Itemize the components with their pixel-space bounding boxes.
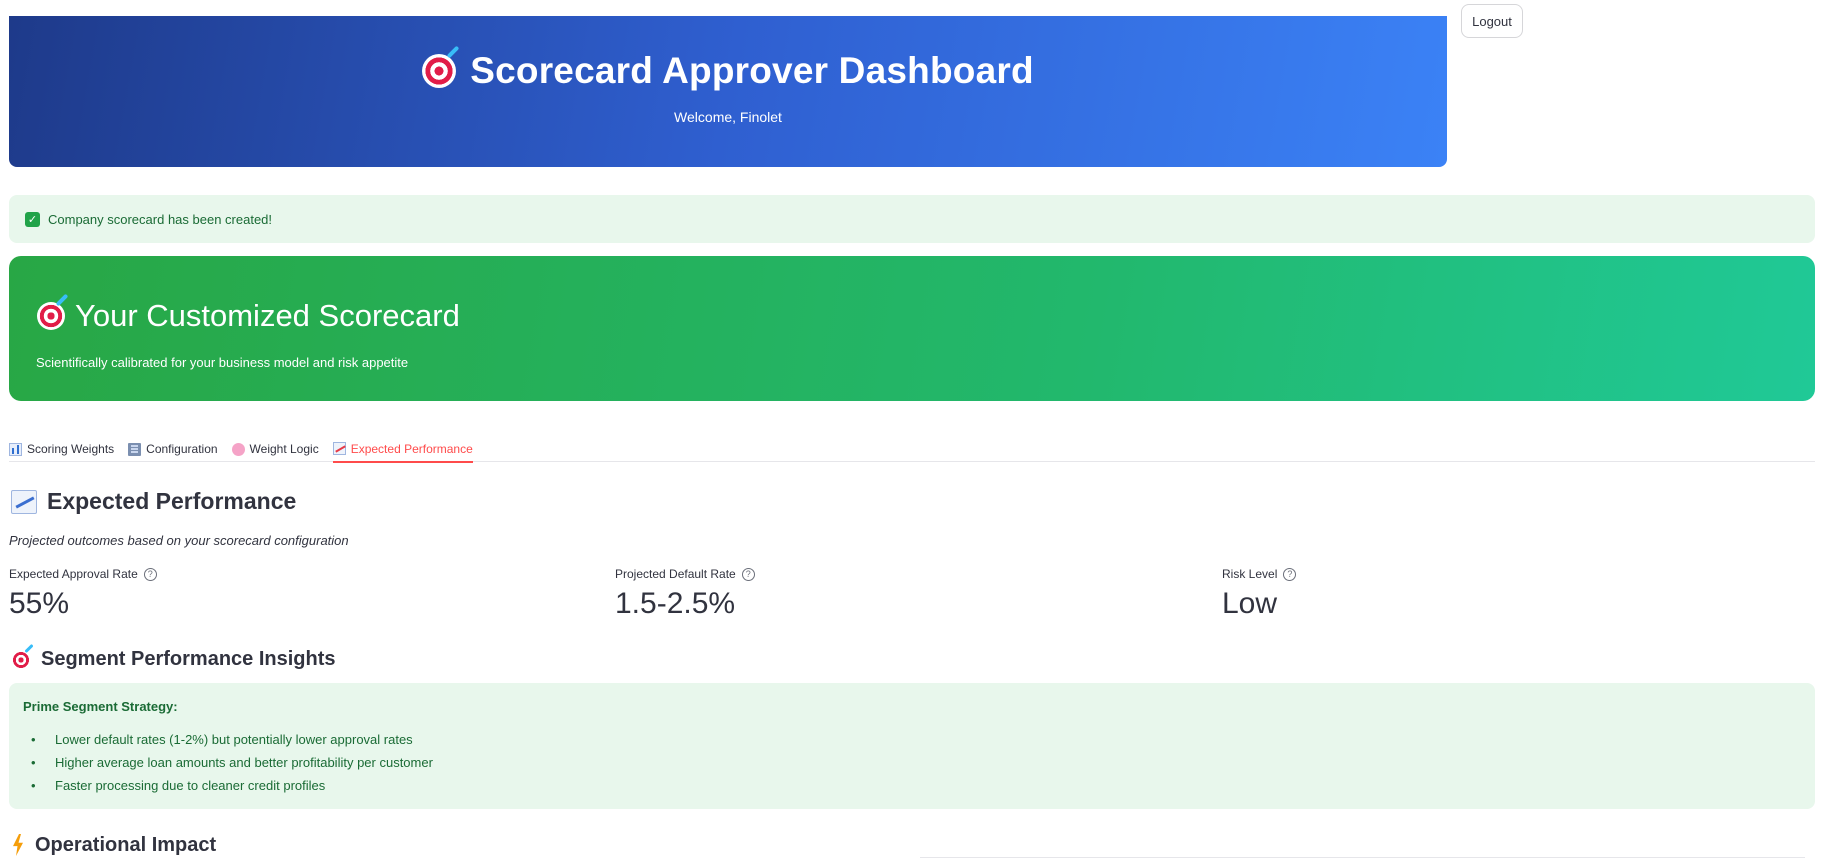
welcome-message: Welcome, Finolet (674, 109, 782, 125)
tab-scoring-weights[interactable]: Scoring Weights (9, 430, 114, 462)
metric-value: Low (1222, 587, 1278, 620)
scorecard-banner-subtitle: Scientifically calibrated for your busin… (36, 355, 409, 370)
metric-label: Projected Default Rate (615, 567, 736, 581)
scorecard-banner-title: Your Customized Scorecard (75, 298, 460, 333)
metric-label-row: Risk Level ? (1222, 567, 1297, 581)
metric-risk-level: Risk Level ? Low (1222, 567, 1297, 621)
chart-increasing-icon (332, 442, 346, 455)
insight-heading: Prime Segment Strategy: (23, 699, 178, 714)
operational-impact-heading: Operational Impact (11, 833, 216, 857)
help-icon[interactable]: ? (1283, 567, 1297, 581)
page-title: Scorecard Approver Dashboard (470, 50, 1034, 91)
metric-label-row: Projected Default Rate ? (615, 567, 755, 581)
list-item: Faster processing due to cleaner credit … (23, 777, 433, 800)
success-alert-text: Company scorecard has been created! (48, 211, 273, 227)
metric-default-rate: Projected Default Rate ? 1.5-2.5% (615, 567, 755, 621)
metric-approval-rate: Expected Approval Rate ? 55% (9, 567, 157, 621)
section-title: Segment Performance Insights (41, 648, 336, 670)
metric-label: Risk Level (1222, 567, 1278, 581)
section-title: Operational Impact (35, 833, 217, 856)
check-icon: ✓ (25, 211, 40, 227)
insight-list: Lower default rates (1-2%) but potential… (23, 731, 433, 800)
list-item: Lower default rates (1-2%) but potential… (23, 731, 433, 754)
dashboard-header-banner: Scorecard Approver Dashboard Welcome, Fi… (9, 16, 1447, 167)
success-alert: ✓ Company scorecard has been created! (9, 195, 1815, 243)
segment-insight-box: Prime Segment Strategy: Lower default ra… (9, 683, 1815, 809)
bar-chart-icon (9, 442, 22, 456)
tab-label: Expected Performance (350, 441, 473, 456)
tab-label: Configuration (146, 442, 218, 456)
section-title: Expected Performance (47, 488, 297, 514)
metric-label-row: Expected Approval Rate ? (9, 567, 157, 581)
divider (920, 857, 1805, 858)
tab-configuration[interactable]: Configuration (128, 430, 218, 462)
chart-increasing-icon (11, 489, 37, 514)
help-icon[interactable]: ? (143, 567, 157, 581)
tab-expected-performance[interactable]: Expected Performance (332, 430, 473, 463)
help-icon[interactable]: ? (741, 567, 755, 581)
target-icon (37, 293, 69, 330)
list-item: Higher average loan amounts and better p… (23, 754, 433, 777)
logout-button[interactable]: Logout (1461, 4, 1523, 38)
expected-performance-heading: Expected Performance (11, 488, 296, 515)
tab-weight-logic[interactable]: Weight Logic (231, 430, 319, 462)
building-icon (128, 442, 142, 456)
tab-label: Scoring Weights (27, 442, 115, 456)
scorecard-banner: Your Customized Scorecard Scientifically… (9, 256, 1815, 401)
metric-value: 55% (9, 587, 70, 620)
tab-label: Weight Logic (249, 442, 319, 456)
target-icon (422, 45, 460, 88)
metric-value: 1.5-2.5% (615, 587, 736, 620)
brain-icon (231, 442, 245, 456)
header-title-row: Scorecard Approver Dashboard (9, 45, 1447, 92)
performance-caption: Projected outcomes based on your scoreca… (9, 533, 349, 548)
tab-bar: Scoring Weights Configuration Weight Log… (9, 430, 1815, 463)
target-icon (11, 643, 34, 670)
metric-label: Expected Approval Rate (9, 567, 138, 581)
lightning-icon (11, 833, 25, 857)
segment-insights-heading: Segment Performance Insights (11, 643, 336, 671)
scorecard-banner-title-row: Your Customized Scorecard (37, 293, 460, 334)
